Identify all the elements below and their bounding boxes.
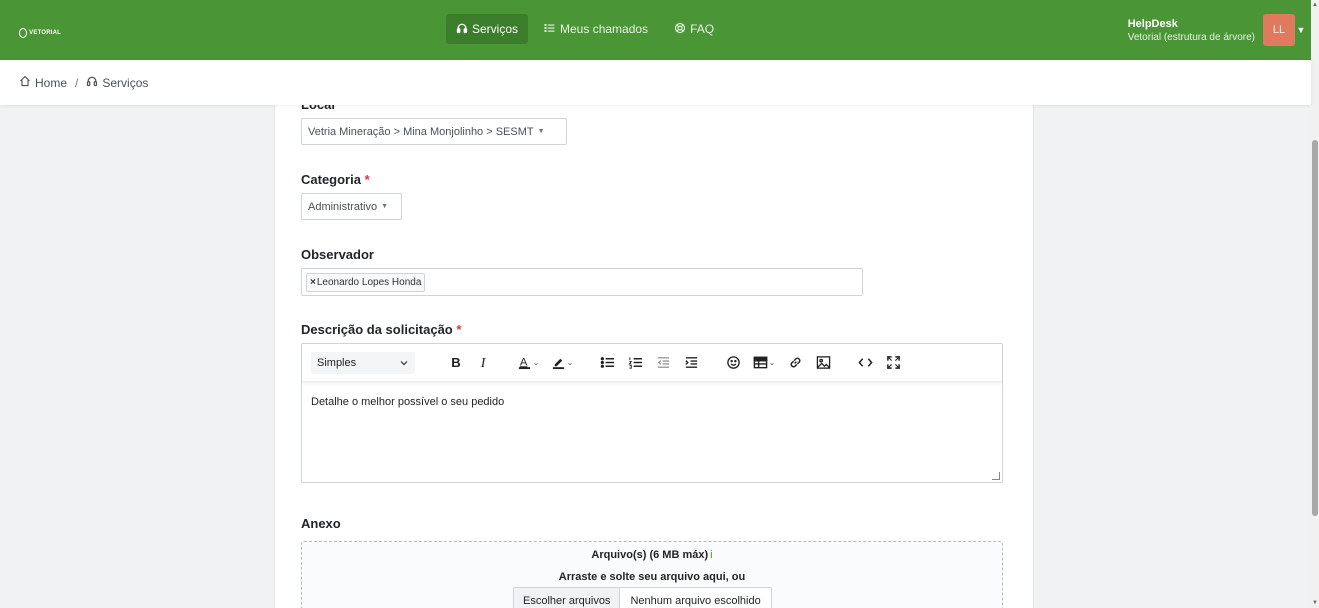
observador-multiselect[interactable]: × Leonardo Lopes Honda xyxy=(301,268,863,296)
chevron-down-icon xyxy=(400,360,408,365)
link-icon xyxy=(790,357,800,368)
caret-down-icon: ▼ xyxy=(537,128,545,135)
user-org: Vetorial (estrutura de árvore) xyxy=(1127,31,1255,43)
avatar[interactable]: LL xyxy=(1263,14,1295,46)
breadcrumb: Home / Serviços xyxy=(0,60,1311,105)
scroll-up-arrow-icon[interactable]: ▲ xyxy=(1312,2,1318,8)
anexo-label: Anexo xyxy=(301,516,341,531)
local-select-value: Vetria Mineração > Mina Monjolinho > SES… xyxy=(308,125,534,138)
nav-item-servicos[interactable]: Serviços xyxy=(446,14,529,44)
image-icon xyxy=(816,356,830,369)
table-icon xyxy=(753,356,767,369)
file-dropzone[interactable]: Arquivo(s) (6 MB máx) i Arraste e solte s… xyxy=(301,541,1003,608)
chevron-down-icon: ⌄ xyxy=(532,358,540,367)
bullet-list-button[interactable] xyxy=(593,351,621,375)
breadcrumb-current: Serviços xyxy=(86,75,148,90)
caret-down-icon: ▼ xyxy=(381,203,389,210)
nav-item-label: FAQ xyxy=(690,22,715,36)
image-button[interactable] xyxy=(809,351,837,375)
home-icon xyxy=(19,75,31,90)
lifebuoy-icon xyxy=(674,22,686,37)
link-button[interactable] xyxy=(781,351,809,375)
highlighter-icon xyxy=(552,358,564,370)
dropzone-instructions: Arraste e solte seu arquivo aqui, ou xyxy=(558,571,746,583)
svg-text:B: B xyxy=(451,355,460,370)
file-name-status: Nenhum arquivo escolhido xyxy=(630,595,761,607)
outdent-icon xyxy=(657,357,669,368)
required-marker: * xyxy=(364,172,370,187)
rich-text-editor: Simples B I A ⌄ ⌄ ⌄ Detalhe o melhor pos… xyxy=(301,343,1003,483)
observer-tag: × Leonardo Lopes Honda xyxy=(306,272,426,292)
service-form-card: Local Vetria Mineração > Mina Monjolinho… xyxy=(274,97,1034,608)
emoji-button[interactable] xyxy=(719,351,747,375)
main-nav: Serviços Meus chamados FAQ xyxy=(446,14,724,44)
editor-toolbar: Simples B I A ⌄ ⌄ ⌄ xyxy=(302,344,1002,382)
text-color-button[interactable]: A ⌄ xyxy=(511,351,545,375)
chevron-down-icon[interactable]: ▼ xyxy=(1295,15,1307,45)
logo-mark-icon xyxy=(19,28,28,38)
observer-tag-label: Leonardo Lopes Honda xyxy=(316,276,422,288)
file-input[interactable]: Escolher arquivos Nenhum arquivo escolhi… xyxy=(513,587,772,608)
italic-button[interactable]: I xyxy=(469,351,497,375)
headset-icon xyxy=(456,22,468,37)
bold-icon: B xyxy=(451,355,460,370)
outdent-button[interactable] xyxy=(649,351,677,375)
bold-button[interactable]: B xyxy=(441,351,469,375)
nav-item-faq[interactable]: FAQ xyxy=(664,14,724,44)
local-select[interactable]: Vetria Mineração > Mina Monjolinho > SES… xyxy=(301,118,567,145)
categoria-label: Categoria * xyxy=(301,172,370,187)
app-logo[interactable]: VETORIAL xyxy=(19,27,61,39)
italic-icon: I xyxy=(479,355,486,370)
nav-item-label: Meus chamados xyxy=(560,22,649,36)
breadcrumb-separator: / xyxy=(75,75,79,90)
table-button[interactable]: ⌄ xyxy=(747,351,781,375)
highlight-color-button[interactable]: ⌄ xyxy=(545,351,579,375)
fullscreen-button[interactable] xyxy=(879,351,907,375)
headset-icon xyxy=(86,75,98,90)
chevron-down-icon: ⌄ xyxy=(768,358,776,367)
svg-text:I: I xyxy=(479,355,486,370)
info-icon[interactable]: i xyxy=(710,549,712,561)
user-info: HelpDesk Vetorial (estrutura de árvore) xyxy=(1128,18,1255,43)
breadcrumb-home-label: Home xyxy=(35,75,68,90)
indent-button[interactable] xyxy=(677,351,705,375)
dropzone-title: Arquivo(s) (6 MB máx) i xyxy=(591,549,713,561)
choose-files-button[interactable]: Escolher arquivos xyxy=(514,588,621,608)
editor-placeholder: Detalhe o melhor possível o seu pedido xyxy=(311,396,505,408)
editor-content[interactable]: Detalhe o melhor possível o seu pedido xyxy=(302,382,1002,422)
nav-item-label: Serviços xyxy=(472,22,519,36)
emoji-icon xyxy=(726,356,740,369)
indent-icon xyxy=(684,357,697,368)
fullscreen-icon xyxy=(886,356,900,369)
format-select[interactable]: Simples xyxy=(311,351,415,374)
format-select-value: Simples xyxy=(317,356,357,369)
bullet-list-icon xyxy=(600,357,614,368)
list-icon xyxy=(544,22,556,37)
numbered-list-button[interactable] xyxy=(621,351,649,375)
svg-text:A: A xyxy=(519,356,527,368)
categoria-select-value: Administrativo xyxy=(308,200,378,213)
top-navbar: VETORIAL Serviços Meus chamados FAQ Help… xyxy=(0,0,1311,60)
resize-handle-icon[interactable] xyxy=(992,472,1000,480)
source-code-button[interactable] xyxy=(851,351,879,375)
user-menu[interactable]: HelpDesk Vetorial (estrutura de árvore) … xyxy=(1128,14,1311,46)
nav-item-meus-chamados[interactable]: Meus chamados xyxy=(534,14,658,44)
text-color-icon: A xyxy=(518,356,530,370)
logo-text: VETORIAL xyxy=(29,30,61,36)
breadcrumb-home[interactable]: Home xyxy=(19,75,67,90)
tag-remove-icon[interactable]: × xyxy=(310,277,316,288)
required-marker: * xyxy=(456,322,462,337)
scrollbar-thumb[interactable] xyxy=(1312,140,1318,516)
scroll-down-arrow-icon[interactable]: ▼ xyxy=(1312,600,1318,606)
user-name: HelpDesk xyxy=(1127,17,1178,30)
breadcrumb-current-label: Serviços xyxy=(102,75,149,90)
observador-label: Observador xyxy=(301,247,374,262)
numbered-list-icon xyxy=(627,357,642,369)
descricao-label: Descrição da solicitação * xyxy=(301,322,462,337)
chevron-down-icon: ⌄ xyxy=(566,358,574,367)
categoria-select[interactable]: Administrativo ▼ xyxy=(301,193,402,220)
code-icon xyxy=(857,358,873,367)
page-scrollbar[interactable]: ▲ ▼ xyxy=(1311,0,1319,608)
